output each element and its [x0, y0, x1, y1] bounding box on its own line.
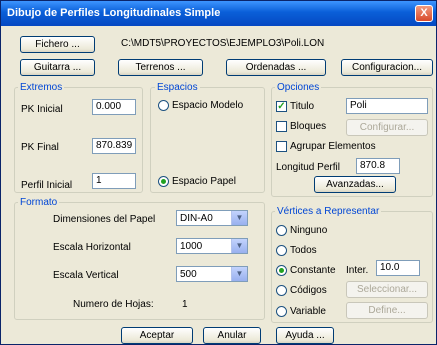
formato-legend: Formato — [18, 197, 60, 208]
title-bar: Dibujo de Perfiles Longitudinales Simple — [1, 1, 436, 26]
pk-final-label: PK Final — [21, 142, 59, 153]
constante-radio[interactable] — [276, 265, 287, 276]
vertices-legend: Vértices a Representar — [275, 206, 382, 217]
espacio-modelo-label[interactable]: Espacio Modelo — [172, 100, 243, 112]
constante-label[interactable]: Constante — [290, 265, 336, 277]
todos-label[interactable]: Todos — [290, 245, 317, 257]
dimensiones-select[interactable]: DIN-A0 ▼ — [176, 210, 248, 226]
ordenadas-button[interactable]: Ordenadas ... — [226, 59, 326, 76]
chevron-down-icon[interactable]: ▼ — [231, 239, 247, 253]
titulo-label[interactable]: Titulo — [290, 101, 314, 113]
perfil-inicial-label: Perfil Inicial — [21, 180, 73, 191]
bloques-label[interactable]: Bloques — [290, 121, 326, 133]
opciones-legend: Opciones — [275, 82, 322, 93]
pk-inicial-label: PK Inicial — [21, 104, 63, 115]
avanzadas-button[interactable]: Avanzadas... — [314, 176, 396, 193]
variable-label[interactable]: Variable — [290, 306, 326, 318]
inter-label: Inter. — [346, 265, 369, 276]
espacio-papel-radio[interactable] — [158, 176, 169, 187]
espacio-modelo-radio[interactable] — [158, 100, 169, 111]
configuracion-button[interactable]: Configuracion... — [341, 59, 433, 76]
ninguno-radio[interactable] — [276, 225, 287, 236]
configurar-button[interactable]: Configurar... — [346, 119, 428, 136]
longitud-perfil-input[interactable]: 870.8 — [356, 158, 400, 174]
inter-input[interactable]: 10.0 — [376, 260, 420, 276]
define-button[interactable]: Define... — [346, 302, 428, 319]
escala-vertical-label: Escala Vertical — [53, 270, 119, 281]
titulo-input[interactable]: Poli — [346, 98, 428, 114]
file-path: C:\MDT5\PROYECTOS\EJEMPLO3\Poli.LON — [121, 38, 325, 49]
dialog-window: Dibujo de Perfiles Longitudinales Simple… — [0, 0, 437, 345]
terrenos-button[interactable]: Terrenos ... — [118, 59, 203, 76]
fichero-button[interactable]: Fichero ... — [20, 36, 95, 53]
dimensiones-value: DIN-A0 — [180, 213, 213, 224]
aceptar-button[interactable]: Aceptar — [121, 327, 193, 344]
seleccionar-button[interactable]: Seleccionar... — [346, 281, 428, 298]
escala-horizontal-label: Escala Horizontal — [53, 242, 131, 253]
escala-vertical-select[interactable]: 500 ▼ — [176, 266, 248, 282]
anular-button[interactable]: Anular — [203, 327, 261, 344]
numero-hojas-label: Numero de Hojas: — [73, 299, 154, 310]
ayuda-button[interactable]: Ayuda ... — [276, 327, 334, 344]
longitud-perfil-label: Longitud Perfil — [276, 162, 340, 173]
escala-horizontal-select[interactable]: 1000 ▼ — [176, 238, 248, 254]
variable-radio[interactable] — [276, 306, 287, 317]
dimensiones-label: Dimensiones del Papel — [53, 214, 156, 225]
radio-selected-dot — [161, 179, 166, 184]
perfil-inicial-input[interactable]: 1 — [92, 173, 136, 189]
agrupar-checkbox[interactable] — [276, 141, 287, 152]
numero-hojas-value: 1 — [182, 299, 188, 310]
espacios-legend: Espacios — [155, 82, 200, 93]
chevron-down-icon[interactable]: ▼ — [231, 267, 247, 281]
pk-final-input[interactable]: 870.839 — [92, 138, 136, 154]
close-icon: X — [420, 7, 428, 19]
window-title: Dibujo de Perfiles Longitudinales Simple — [7, 7, 221, 19]
bloques-checkbox[interactable] — [276, 121, 287, 132]
titulo-checkbox[interactable]: ✓ — [276, 101, 287, 112]
escala-vertical-value: 500 — [180, 269, 197, 280]
extremos-legend: Extremos — [18, 82, 65, 93]
codigos-radio[interactable] — [276, 285, 287, 296]
chevron-down-icon[interactable]: ▼ — [231, 211, 247, 225]
espacio-papel-label[interactable]: Espacio Papel — [172, 176, 236, 188]
radio-selected-dot — [279, 268, 284, 273]
todos-radio[interactable] — [276, 245, 287, 256]
guitarra-button[interactable]: Guitarra ... — [20, 59, 95, 76]
agrupar-label[interactable]: Agrupar Elementos — [290, 141, 376, 153]
escala-horizontal-value: 1000 — [180, 241, 203, 252]
codigos-label[interactable]: Códigos — [290, 285, 327, 297]
close-button[interactable]: X — [415, 5, 433, 22]
ninguno-label[interactable]: Ninguno — [290, 225, 327, 237]
pk-inicial-input[interactable]: 0.000 — [92, 99, 136, 115]
